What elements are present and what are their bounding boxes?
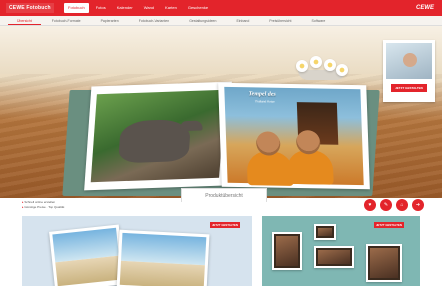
subnav-item-ideas[interactable]: Gestaltungsideen [180,16,225,25]
action-buttons: ♥ ✎ ⌂ ➜ [364,199,424,211]
book-page-title: Tempel des [248,91,276,98]
magazine-image [116,229,210,286]
flower-bowl-image [292,56,352,80]
nav-item-fotos[interactable]: Fotos [92,3,110,13]
main-nav: Fotobuch Fotos Kalender Wand Karten Gesc… [64,3,212,13]
card-badge[interactable]: JETZT GESTALTEN [210,222,240,228]
product-card-magazine[interactable]: JETZT GESTALTEN [22,216,252,286]
subnav-item-variants[interactable]: Fotobuch-Varianten [130,16,178,25]
brand-label[interactable]: CEWE Fotobuch [6,3,54,13]
top-header-bar: CEWE Fotobuch Fotobuch Fotos Kalender Wa… [0,0,442,16]
elephant-photo [90,89,226,183]
magazine-image [49,224,125,286]
book-page-subtitle: Thailand Reise [254,99,275,104]
promo-image [386,43,432,79]
next-button[interactable]: ➜ [412,199,424,211]
nav-item-karten[interactable]: Karten [161,3,181,13]
sub-navigation: Übersicht Fotobuch-Formate Papierarten F… [0,16,442,26]
card-badge[interactable]: JETZT GESTALTEN [374,222,404,228]
photobook-image[interactable]: Tempel des Thailand Reise [60,78,382,198]
home-button[interactable]: ⌂ [396,199,408,211]
hero-banner[interactable]: Tempel des Thailand Reise [0,26,442,198]
wall-frame-image [314,246,354,268]
nav-item-geschenke[interactable]: Geschenke [184,3,212,13]
info-line: Günstige Preise · Top Qualität [22,205,64,210]
nav-item-kalender[interactable]: Kalender [113,3,137,13]
product-card-wall-decor[interactable]: JETZT GESTALTEN [262,216,420,286]
nav-item-fotobuch[interactable]: Fotobuch [64,3,89,13]
subnav-item-software[interactable]: Software [302,16,334,25]
promo-cta-button[interactable]: JETZT GESTALTEN [391,84,427,92]
subnav-item-overview[interactable]: Übersicht [8,16,41,25]
section-title-tab: Produktübersicht [181,188,267,202]
info-list: Schnell online erstellen Günstige Preise… [22,200,64,210]
wall-frame-image [366,244,402,282]
site-logo[interactable]: CEWE [416,3,434,13]
subnav-item-formats[interactable]: Fotobuch-Formate [43,16,90,25]
wall-frame-image [272,232,302,270]
hero-wall [0,26,442,74]
monks-photo [224,86,364,186]
nav-item-wand[interactable]: Wand [140,3,158,13]
subnav-item-cover[interactable]: Einband [227,16,258,25]
favorite-button[interactable]: ♥ [364,199,376,211]
subnav-item-prices[interactable]: Preisübersicht [260,16,300,25]
side-promo-box[interactable]: JETZT GESTALTEN [383,40,435,102]
edit-button[interactable]: ✎ [380,199,392,211]
wall-frame-image [314,224,336,240]
book-left-page [84,81,232,191]
book-right-page: Tempel des Thailand Reise [218,82,370,190]
subnav-item-paper[interactable]: Papierarten [92,16,128,25]
